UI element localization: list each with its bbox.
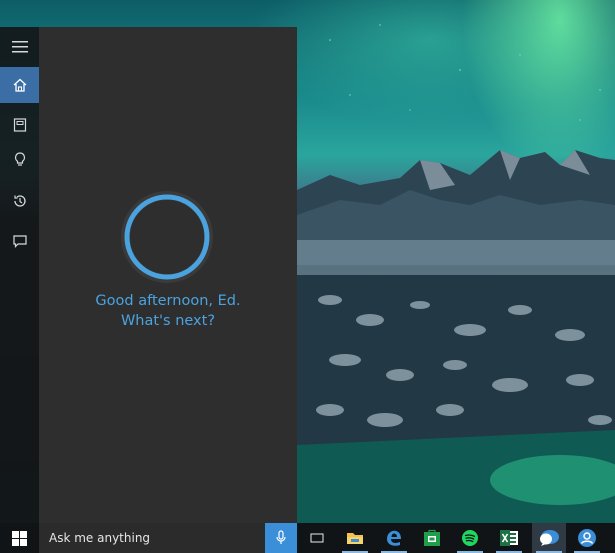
cortana-app-button[interactable] bbox=[570, 523, 604, 553]
spotify-icon bbox=[462, 530, 478, 546]
edge-icon bbox=[387, 530, 401, 546]
microphone-icon bbox=[276, 530, 286, 544]
cortana-app-icon bbox=[578, 529, 596, 547]
chat-app-icon bbox=[540, 530, 559, 546]
cortana-nav-rail bbox=[0, 27, 39, 523]
task-view-icon bbox=[310, 533, 324, 543]
edge-button[interactable] bbox=[377, 523, 411, 553]
spotify-button[interactable] bbox=[453, 523, 487, 553]
file-explorer-button[interactable] bbox=[338, 523, 372, 553]
notebook-button[interactable] bbox=[0, 107, 39, 143]
home-button[interactable] bbox=[0, 67, 39, 103]
hamburger-menu-button[interactable] bbox=[0, 29, 39, 65]
feedback-icon bbox=[12, 235, 27, 248]
start-button[interactable] bbox=[0, 523, 39, 553]
excel-icon bbox=[500, 530, 518, 546]
file-explorer-icon bbox=[347, 533, 363, 544]
store-icon bbox=[424, 529, 440, 546]
history-icon bbox=[13, 195, 26, 207]
cortana-ring[interactable] bbox=[119, 189, 215, 285]
history-button[interactable] bbox=[0, 183, 39, 219]
notebook-icon bbox=[13, 118, 26, 132]
excel-button[interactable] bbox=[492, 523, 526, 553]
cortana-greeting: Good afternoon, Ed. What's next? bbox=[39, 291, 297, 331]
search-placeholder: Ask me anything bbox=[49, 531, 151, 545]
feedback-button[interactable] bbox=[0, 223, 39, 259]
greeting-line-2: What's next? bbox=[120, 313, 216, 329]
store-button[interactable] bbox=[415, 523, 449, 553]
task-view-button[interactable] bbox=[300, 523, 334, 553]
chat-app-button[interactable] bbox=[532, 523, 566, 553]
windows-logo-icon bbox=[12, 530, 27, 546]
taskbar: Ask me anything bbox=[0, 523, 615, 553]
home-icon bbox=[13, 78, 26, 92]
greeting-line-1: Good afternoon, Ed. bbox=[95, 293, 241, 309]
cortana-search-input[interactable]: Ask me anything bbox=[39, 523, 265, 553]
microphone-button[interactable] bbox=[265, 523, 297, 553]
cortana-circle-icon bbox=[121, 191, 213, 283]
reminders-button[interactable] bbox=[0, 141, 39, 177]
menu-icon bbox=[11, 41, 28, 53]
lightbulb-icon bbox=[14, 152, 25, 166]
